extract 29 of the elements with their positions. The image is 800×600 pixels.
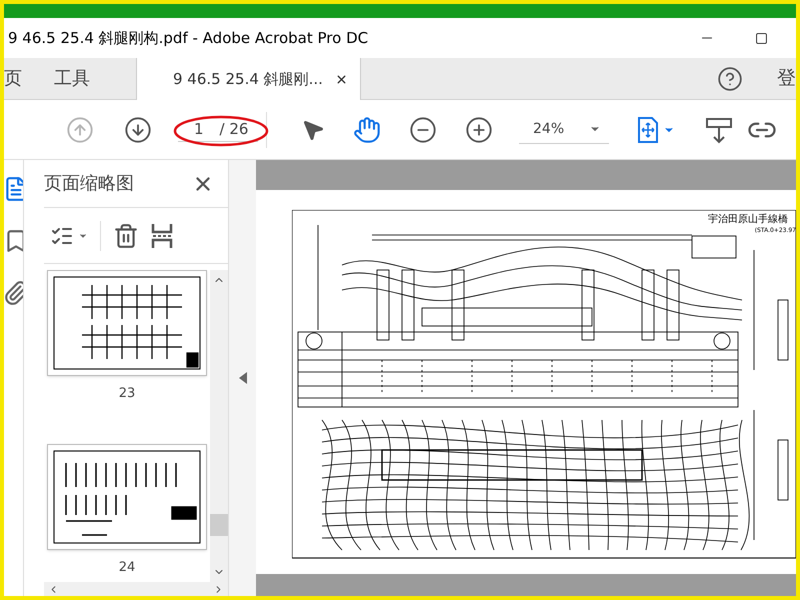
window-title: 9 46.5 25.4 斜腿刚构.pdf - Adobe Acrobat Pro DC: [7, 28, 368, 49]
tab[interactable]: 页: [4, 58, 38, 99]
scrollbar-thumb[interactable]: [210, 514, 228, 536]
page-number: 24: [118, 558, 136, 576]
split-page-icon[interactable]: [151, 222, 173, 250]
trash-icon[interactable]: [113, 222, 139, 248]
tab[interactable]: 9 46.5 25.4 斜腿刚...: [136, 58, 361, 100]
fit-page-icon[interactable]: [637, 116, 659, 142]
sign-in-link[interactable]: 登: [777, 64, 796, 93]
close-tab-icon[interactable]: [334, 72, 348, 86]
collapse-triangle-icon[interactable]: [238, 372, 246, 384]
tab[interactable]: 工具: [38, 58, 106, 99]
page-count: / 26: [220, 118, 248, 140]
page-number: 23: [118, 385, 136, 403]
next-page-icon[interactable]: [124, 116, 152, 144]
download-tray-icon[interactable]: [705, 116, 733, 144]
hand-icon[interactable]: [353, 116, 381, 144]
panel-title: 页面缩略图: [44, 172, 134, 196]
page-icon[interactable]: [4, 176, 23, 202]
zoom-out-icon[interactable]: [409, 116, 437, 144]
help-icon[interactable]: [717, 66, 743, 92]
current-page: 1: [194, 118, 204, 140]
zoom-field[interactable]: 24%: [519, 116, 609, 144]
drawing-title: 宇治田原山手線橋: [708, 214, 788, 225]
zoom-in-icon[interactable]: [465, 116, 493, 144]
maximize-icon[interactable]: [755, 32, 768, 44]
vertical-scrollbar[interactable]: [210, 270, 228, 582]
paperclip-icon[interactable]: [4, 280, 23, 306]
horizontal-scrollbar[interactable]: [44, 582, 228, 596]
